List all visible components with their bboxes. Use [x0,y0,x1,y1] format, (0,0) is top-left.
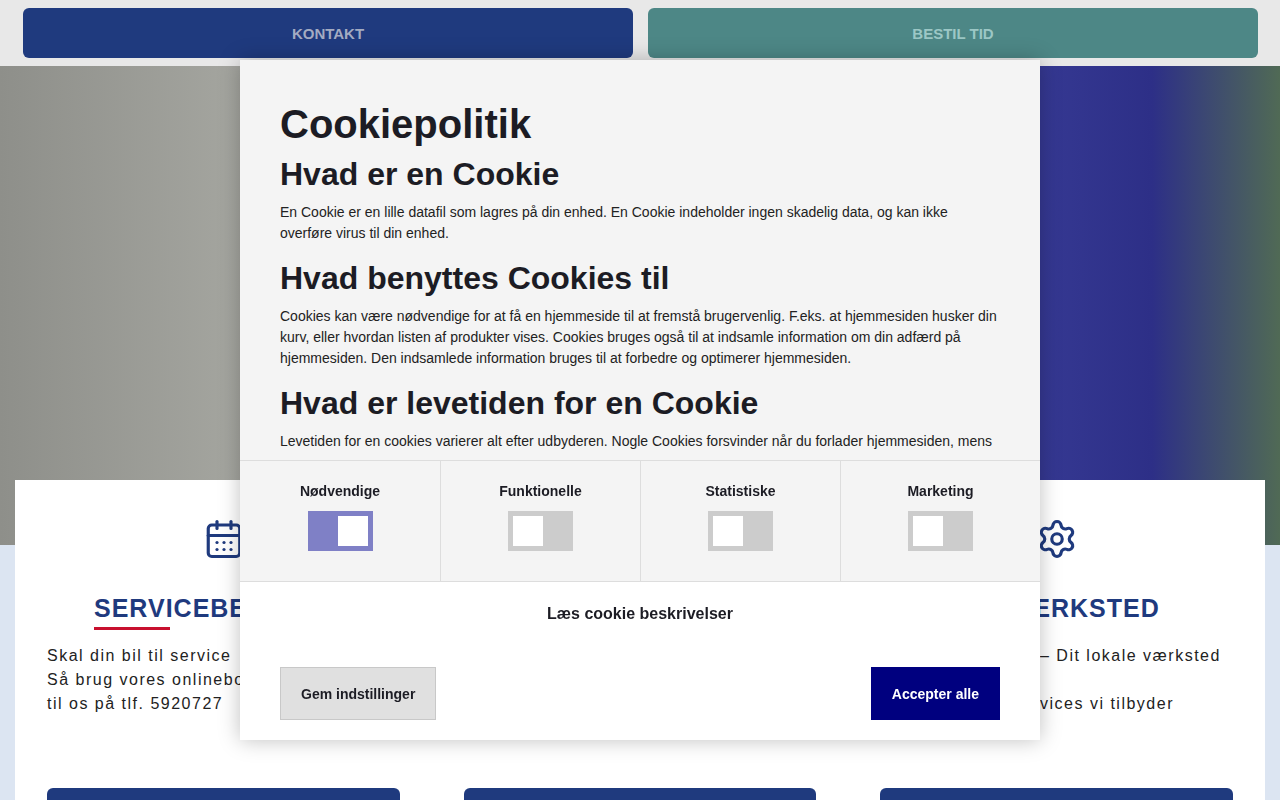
toggle-cell: Funktionelle [440,461,640,581]
toggle-label: Funktionelle [499,483,581,499]
top-button[interactable]: BESTIL TID [648,8,1258,58]
toggle-switch[interactable] [708,511,773,551]
cookie-modal: Cookiepolitik Hvad er en Cookie En Cookie … [240,60,1040,740]
toggle-cell: Marketing [840,461,1040,581]
section-heading: Hvad er levetiden for en Cookie [280,383,1000,423]
card-button[interactable] [880,788,1233,800]
read-more-link[interactable]: Læs cookie beskrivelser [240,582,1040,623]
policy-title: Cookiepolitik [280,100,1000,148]
calendar-icon [203,518,245,560]
toggle-row: Nødvendige Funktionelle Statistiske Marketi… [240,460,1040,582]
accept-button[interactable]: Accepter alle [871,667,1000,720]
toggle-cell: Nødvendige [240,461,440,581]
section-heading: Hvad er en Cookie [280,154,1000,194]
cookie-overlay: Cookiepolitik Hvad er en Cookie En Cookie … [0,0,1280,800]
toggle-cell: Statistiske [640,461,840,581]
section-text: Cookies kan være nødvendige for at få en… [280,306,1000,369]
top-button[interactable]: KONTAKT [23,8,633,58]
toggle-switch[interactable] [908,511,973,551]
toggle-label: Marketing [907,483,973,499]
card-button[interactable] [47,788,400,800]
section-text: En Cookie er en lille datafil som lagres… [280,202,1000,244]
policy-text[interactable]: Cookiepolitik Hvad er en Cookie En Cookie … [240,60,1040,460]
card-button[interactable] [464,788,816,800]
toggle-label: Statistiske [705,483,775,499]
top-bar: KONTAKT BESTIL TID [0,0,1280,66]
section-text: Levetiden for en cookies varierer alt ef… [280,431,1000,452]
page: KONTAKTBESTIL TIDSERVICEBESSkal din bil … [0,0,1280,800]
toggle-label: Nødvendige [300,483,380,499]
section-heading: Hvad benyttes Cookies til [280,258,1000,298]
button-row: Gem indstillinger Accepter alle [240,667,1040,720]
toggle-switch[interactable] [508,511,573,551]
save-button[interactable]: Gem indstillinger [280,667,436,720]
toggle-switch[interactable] [308,511,373,551]
gear-icon [1036,518,1078,560]
